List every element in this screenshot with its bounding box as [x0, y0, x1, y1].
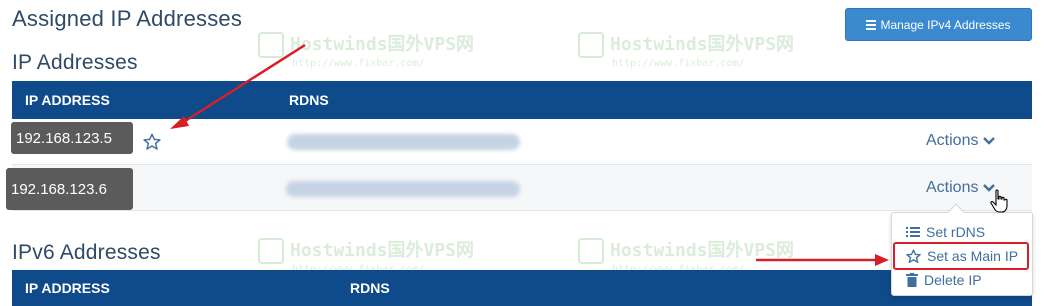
hand-pointer-icon [990, 189, 1008, 213]
rdns-value-blurred [287, 134, 520, 150]
menu-item-set-main-ip[interactable]: Set as Main IP [892, 244, 1032, 268]
star-outline-icon[interactable] [143, 133, 161, 151]
rdns-value-blurred [286, 181, 520, 197]
column-header-rdns: RDNS [289, 92, 329, 108]
watermark: Hostwinds国外VPS网 http://www.fixbar.com/ [578, 30, 794, 69]
ip-section-title: IP Addresses [12, 51, 138, 74]
ip-table-header: IP ADDRESS RDNS [12, 81, 1032, 119]
chevron-down-icon [983, 137, 996, 145]
page-title: Assigned IP Addresses [12, 6, 243, 31]
star-outline-icon [906, 248, 921, 263]
watermark: Hostwinds国外VPS网 http://www.fixbar.com/ [258, 30, 474, 69]
trash-icon [906, 273, 918, 287]
watermark-logo-icon [578, 238, 604, 264]
watermark-logo-icon [258, 238, 284, 264]
table-row [12, 165, 1032, 211]
menu-item-label: Delete IP [924, 272, 982, 288]
column-header-ip: IP ADDRESS [25, 280, 110, 296]
ip-address-cell: 192.168.123.6 [6, 168, 133, 210]
ipv6-section-title: IPv6 Addresses [12, 241, 161, 264]
ip-address-cell: 192.168.123.5 [11, 122, 133, 154]
actions-label: Actions [926, 179, 979, 196]
watermark-logo-icon [578, 32, 604, 58]
menu-item-set-rdns[interactable]: Set rDNS [892, 220, 1032, 244]
ipv6-table-header: IP ADDRESS RDNS [12, 270, 1032, 306]
menu-item-label: Set rDNS [926, 224, 986, 240]
manage-ipv4-button[interactable]: Manage IPv4 Addresses [845, 8, 1032, 41]
actions-menu: Set rDNS Set as Main IP Delete IP [891, 203, 1033, 296]
actions-label: Actions [926, 132, 979, 149]
table-row [12, 119, 1032, 165]
menu-item-label: Set as Main IP [927, 248, 1019, 264]
column-header-ip: IP ADDRESS [25, 92, 110, 108]
actions-dropdown[interactable]: Actions [926, 132, 996, 150]
list-icon [866, 20, 877, 30]
manage-ipv4-label: Manage IPv4 Addresses [880, 17, 1011, 32]
menu-item-delete-ip[interactable]: Delete IP [892, 268, 1032, 292]
column-header-rdns: RDNS [350, 280, 390, 296]
list-icon [906, 227, 920, 237]
watermark-logo-icon [258, 32, 284, 58]
actions-dropdown[interactable]: Actions [926, 179, 996, 197]
